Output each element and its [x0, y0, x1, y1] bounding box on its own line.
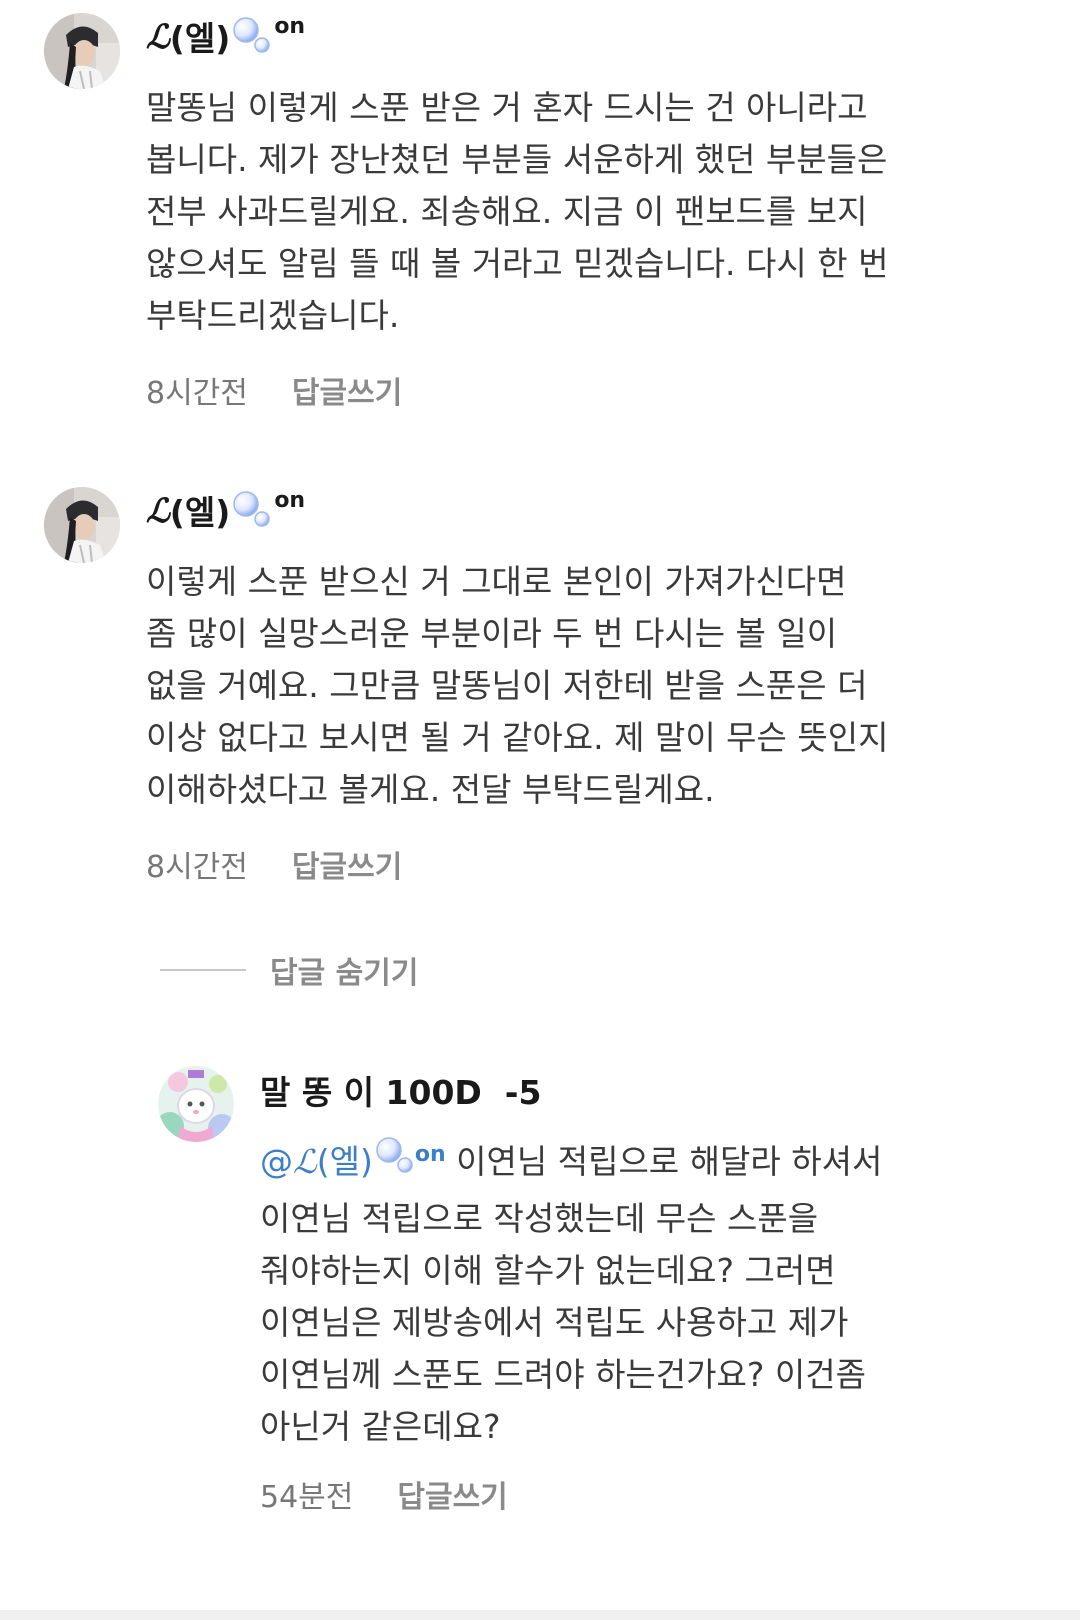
reply-text: @ℒ(엘) on 이연님 적립으로 해달라 하셔서 이연님 적립으로 작성했는데 …	[260, 1136, 1040, 1453]
reply-author[interactable]: 말 똥 이 100D -5	[260, 1070, 541, 1112]
timestamp: 8시간전	[146, 850, 248, 885]
avatar[interactable]	[44, 13, 120, 89]
mention-name: (엘)	[316, 1142, 373, 1181]
timestamp: 54분전	[260, 1480, 354, 1515]
author-name: (엘)	[169, 19, 231, 58]
mention-link[interactable]: @ℒ(엘) on	[260, 1137, 446, 1181]
on-badge: on	[274, 13, 306, 39]
comment-meta: 8시간전 답글쓰기	[146, 842, 402, 886]
comment-meta: 8시간전 답글쓰기	[146, 368, 402, 412]
reply-button[interactable]: 답글쓰기	[397, 1472, 507, 1516]
timestamp: 8시간전	[146, 376, 248, 411]
comment-text: 말똥님 이렇게 스푼 받은 거 혼자 드시는 건 아니라고 봅니다. 제가 장난…	[146, 88, 889, 335]
comment-author[interactable]: ℒ (엘) on	[146, 487, 306, 533]
reply-button[interactable]: 답글쓰기	[292, 842, 402, 886]
avatar-photo	[44, 13, 120, 89]
bubbles-icon	[232, 14, 272, 58]
hide-replies-toggle[interactable]: 답글 숨기기	[160, 948, 418, 992]
author-name: (엘)	[169, 493, 231, 532]
avatar[interactable]	[158, 1066, 234, 1142]
reply-text-first: 이연님 적립으로 해달라 하셔서	[445, 1142, 883, 1181]
reply-button[interactable]: 답글쓰기	[292, 368, 402, 412]
mention-on-badge: on	[414, 1142, 446, 1167]
reply-text-rest: 이연님 적립으로 작성했는데 무슨 스푼을 줘야하는지 이해 할수가 없는데요?…	[260, 1199, 866, 1446]
avatar[interactable]	[44, 487, 120, 563]
comment-text: 이렇게 스푼 받으신 거 그대로 본인이 가져가신다면 좀 많이 실망스러운 부…	[146, 562, 889, 809]
bubbles-icon	[375, 1134, 415, 1189]
author-initial: ℒ	[146, 490, 170, 530]
mention-at: @	[260, 1142, 293, 1181]
on-badge: on	[274, 487, 306, 513]
mention-initial: ℒ	[293, 1142, 317, 1181]
bottom-divider	[0, 1610, 1080, 1620]
avatar-illustration	[158, 1066, 234, 1142]
reply-meta: 54분전 답글쓰기	[260, 1472, 508, 1516]
divider	[160, 969, 246, 971]
comment-author[interactable]: ℒ (엘) on	[146, 13, 306, 59]
author-name: 말 똥 이 100D -5	[260, 1073, 542, 1112]
avatar-photo	[44, 487, 120, 563]
bubbles-icon	[232, 488, 272, 532]
hide-replies-label: 답글 숨기기	[270, 956, 419, 991]
author-initial: ℒ	[146, 16, 170, 56]
